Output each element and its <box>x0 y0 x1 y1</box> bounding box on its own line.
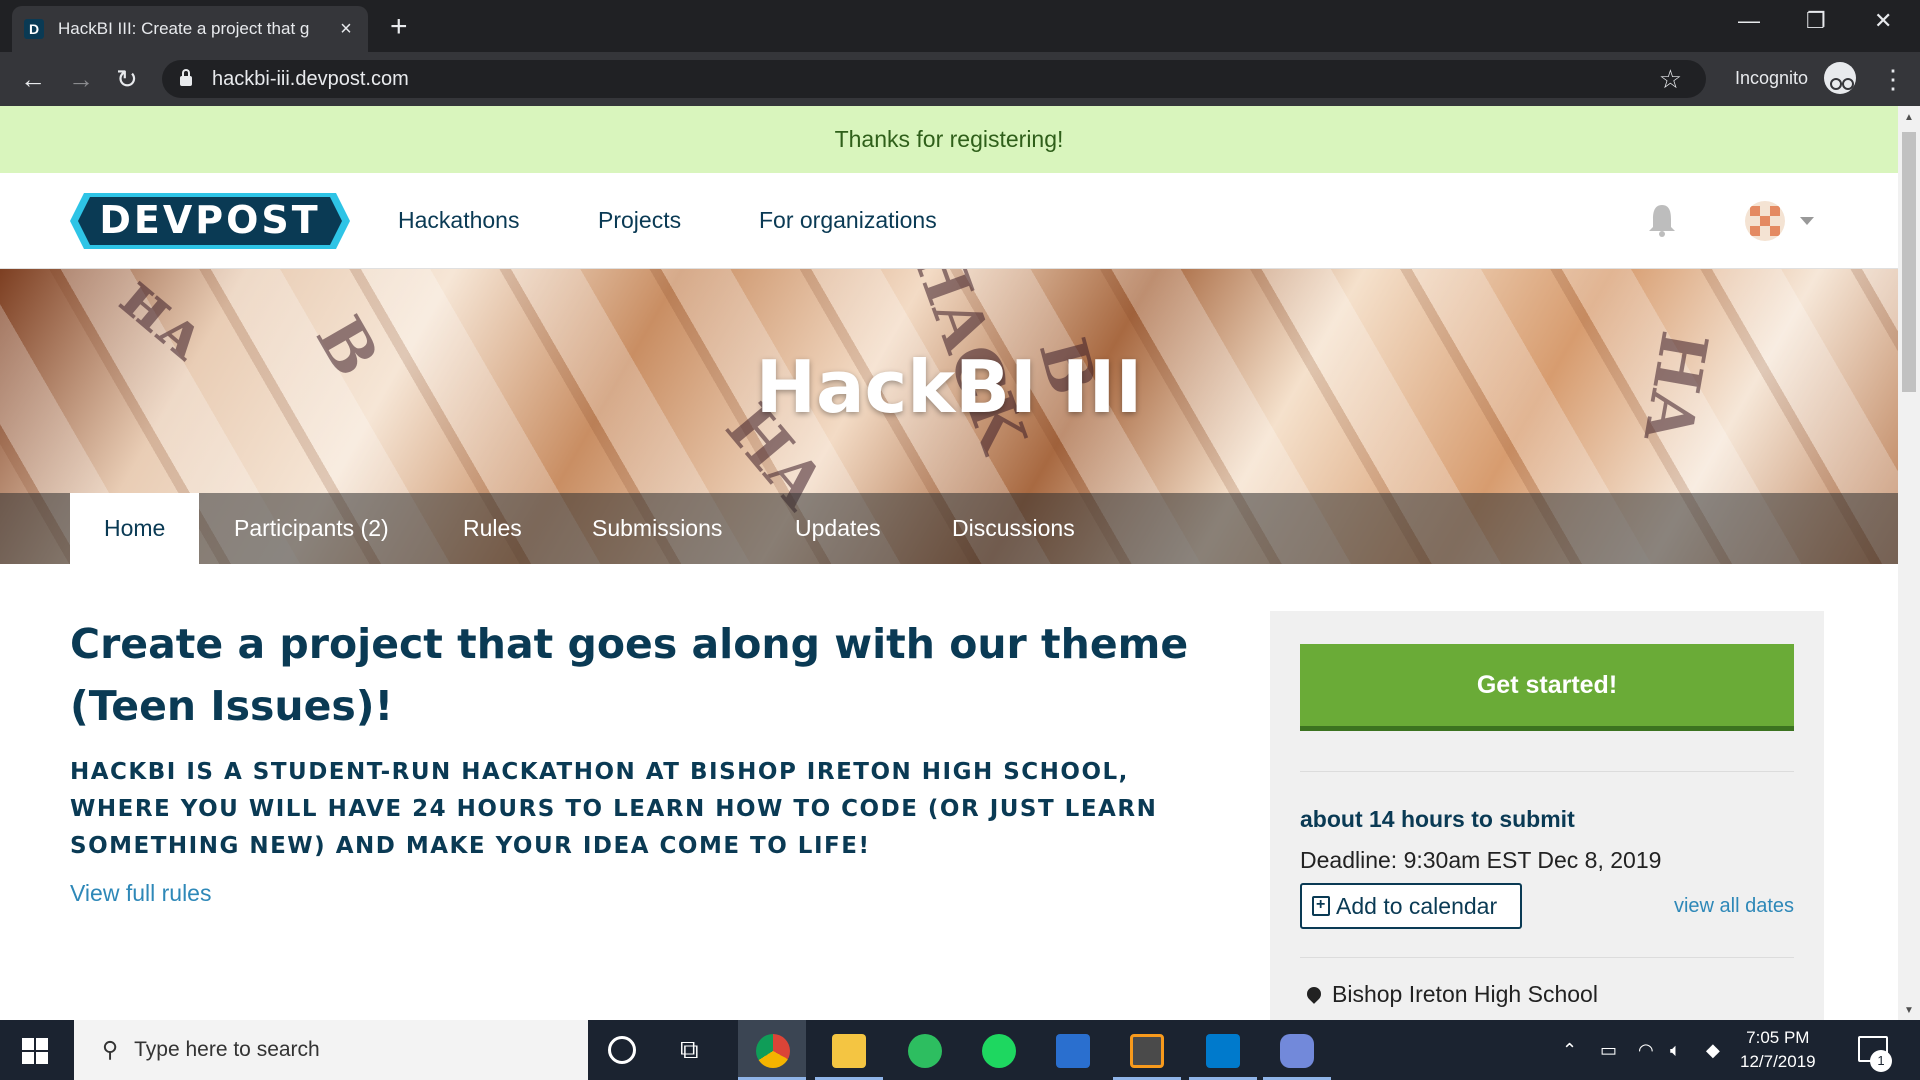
browser-toolbar: ← → ↻ hackbi-iii.devpost.com ☆ Incognito… <box>0 52 1920 106</box>
reload-icon[interactable]: ↻ <box>116 64 138 94</box>
notification-count-badge: 1 <box>1870 1050 1892 1072</box>
address-bar[interactable]: hackbi-iii.devpost.com ☆ <box>162 60 1706 98</box>
chrome-icon[interactable] <box>756 1034 790 1068</box>
registration-notice: Thanks for registering! <box>0 106 1898 173</box>
deadline: Deadline: 9:30am EST Dec 8, 2019 <box>1300 847 1662 873</box>
close-tab-icon[interactable]: × <box>336 18 356 41</box>
tab-title: HackBI III: Create a project that g <box>58 19 310 38</box>
tab-participants[interactable]: Participants (2) <box>234 493 389 564</box>
hackathon-tabs: Home Participants (2) Rules Submissions … <box>0 493 1898 564</box>
page-scrollbar[interactable]: ▲ ▼ <box>1898 106 1920 1020</box>
incognito-icon[interactable] <box>1824 62 1856 94</box>
tab-rules[interactable]: Rules <box>463 493 522 564</box>
windows-start-icon[interactable] <box>22 1038 48 1064</box>
dropbox-icon[interactable]: ◆ <box>1706 1040 1720 1061</box>
site-navbar: DEVPOST Hackathons Projects For organiza… <box>0 173 1898 269</box>
task-view-icon[interactable]: ⧉ <box>680 1034 699 1066</box>
devpost-logo[interactable]: DEVPOST <box>70 193 350 249</box>
hackathon-banner: ʜᴀ B HACK B HA HA HackBI III Home Partic… <box>0 269 1898 564</box>
page-viewport: Thanks for registering! DEVPOST Hackatho… <box>0 106 1898 1020</box>
sublime-text-icon[interactable] <box>1130 1034 1164 1068</box>
minimize-icon[interactable]: — <box>1738 8 1760 34</box>
nav-for-organizations[interactable]: For organizations <box>759 207 937 234</box>
scroll-up-icon[interactable]: ▲ <box>1904 112 1914 123</box>
scroll-thumb[interactable] <box>1902 132 1916 392</box>
tab-updates[interactable]: Updates <box>795 493 881 564</box>
new-tab-icon[interactable]: + <box>390 10 408 44</box>
add-to-calendar-label: Add to calendar <box>1336 892 1498 919</box>
bookmark-star-icon[interactable]: ☆ <box>1659 64 1682 95</box>
notification-bell-icon[interactable] <box>1648 203 1676 237</box>
browser-tab[interactable]: D HackBI III: Create a project that g × <box>12 6 368 52</box>
tab-discussions[interactable]: Discussions <box>952 493 1075 564</box>
search-icon: ⚲ <box>102 1037 119 1062</box>
system-clock[interactable]: 7:05 PM 12/7/2019 <box>1740 1026 1816 1074</box>
windows-taskbar: ⚲ Type here to search ⧉ ⌃ ▭ ◠ 🔈︎ ◆ 7:05 … <box>0 1020 1920 1080</box>
discord-icon[interactable] <box>1280 1034 1314 1068</box>
tab-submissions[interactable]: Submissions <box>592 493 722 564</box>
tray-overflow-chevron-up-icon[interactable]: ⌃ <box>1562 1040 1577 1061</box>
user-menu-chevron-down-icon[interactable] <box>1800 217 1814 225</box>
user-avatar[interactable] <box>1745 201 1785 241</box>
nav-hackathons[interactable]: Hackathons <box>398 207 519 234</box>
file-explorer-icon[interactable] <box>832 1034 866 1068</box>
sidebar-divider <box>1300 771 1794 772</box>
back-icon[interactable]: ← <box>20 64 46 94</box>
evernote-icon[interactable] <box>908 1034 942 1068</box>
nav-projects[interactable]: Projects <box>598 207 681 234</box>
scroll-down-icon[interactable]: ▼ <box>1904 1005 1914 1016</box>
browser-menu-icon[interactable]: ⋮ <box>1880 64 1906 95</box>
view-all-dates-link[interactable]: view all dates <box>1674 895 1794 918</box>
lock-icon <box>180 69 192 86</box>
sidebar-divider <box>1300 957 1794 958</box>
get-started-button[interactable]: Get started! <box>1300 644 1794 731</box>
incognito-label: Incognito <box>1735 68 1809 88</box>
taskbar-search[interactable]: ⚲ Type here to search <box>74 1020 588 1080</box>
close-window-icon[interactable]: ✕ <box>1874 8 1892 34</box>
location-pin-icon <box>1304 984 1324 1004</box>
location-text: Bishop Ireton High School <box>1332 981 1598 1007</box>
taskbar-search-placeholder: Type here to search <box>134 1038 320 1061</box>
calendar-plus-icon <box>1312 896 1330 916</box>
add-to-calendar-button[interactable]: Add to calendar <box>1300 883 1522 929</box>
page-heading: Create a project that goes along with ou… <box>70 620 1189 730</box>
clock-date: 12/7/2019 <box>1740 1052 1816 1071</box>
view-full-rules-link[interactable]: View full rules <box>70 880 211 907</box>
powershell-icon[interactable] <box>1056 1034 1090 1068</box>
sidebar-panel: Get started! about 14 hours to submit De… <box>1270 611 1824 1020</box>
hackathon-title: HackBI III <box>755 345 1143 429</box>
hackathon-tagline: HackBI is a student-run hackathon at Bis… <box>70 759 1158 859</box>
battery-icon[interactable]: ▭ <box>1600 1040 1617 1061</box>
forward-icon[interactable]: → <box>68 64 94 94</box>
wifi-icon[interactable]: ◠ <box>1638 1040 1654 1061</box>
url-text: hackbi-iii.devpost.com <box>212 67 409 90</box>
tab-home[interactable]: Home <box>70 493 200 564</box>
restore-icon[interactable]: ❐ <box>1806 8 1826 34</box>
logo-text: DEVPOST <box>99 198 320 242</box>
volume-icon[interactable]: 🔈︎ <box>1670 1040 1681 1061</box>
vscode-icon[interactable] <box>1206 1034 1240 1068</box>
devpost-favicon-icon: D <box>24 19 44 39</box>
spotify-icon[interactable] <box>982 1034 1016 1068</box>
browser-tab-strip: D HackBI III: Create a project that g × … <box>0 0 1920 52</box>
clock-time: 7:05 PM <box>1746 1028 1810 1047</box>
cortana-icon[interactable] <box>608 1036 636 1064</box>
time-left: about 14 hours to submit <box>1300 806 1575 832</box>
